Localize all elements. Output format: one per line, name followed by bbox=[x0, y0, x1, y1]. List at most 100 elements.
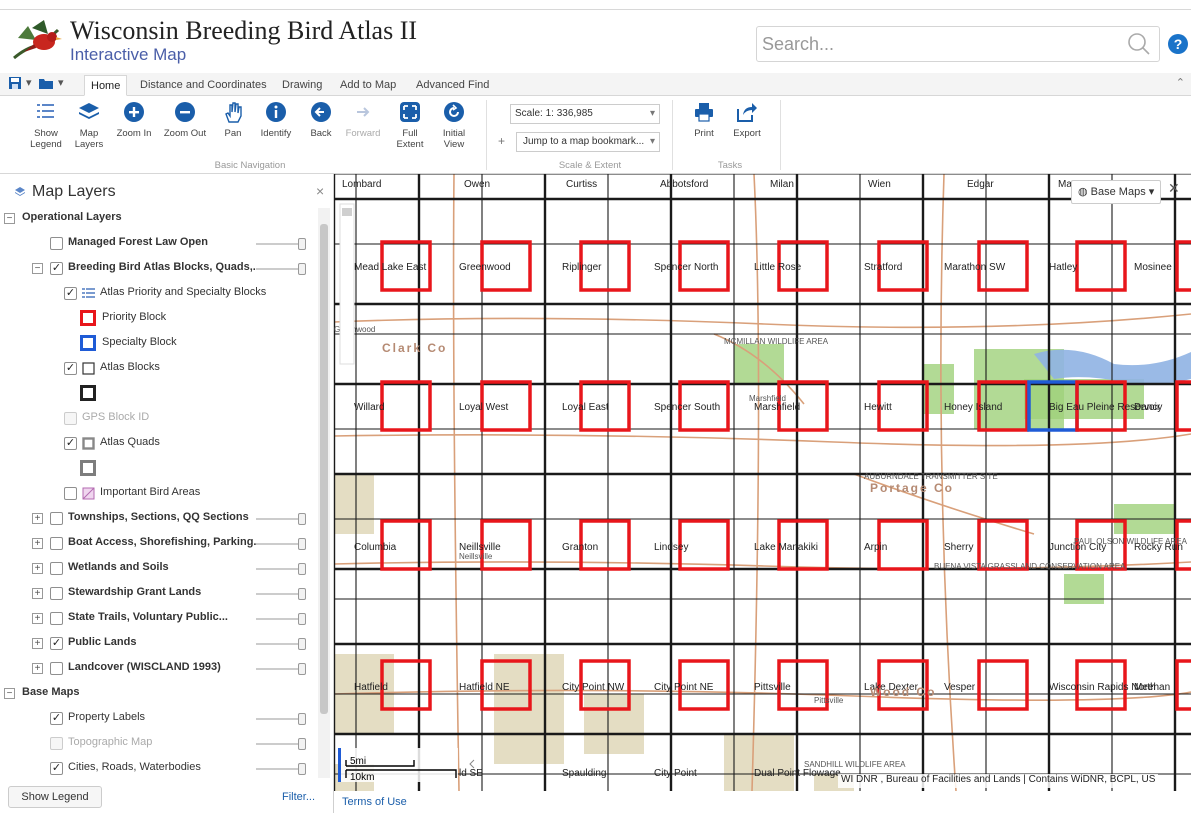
layer-row[interactable]: Specialty Block bbox=[0, 333, 318, 355]
layer-checkbox[interactable] bbox=[50, 537, 63, 550]
help-icon[interactable]: ? bbox=[1168, 34, 1188, 54]
tab-home[interactable]: Home bbox=[84, 75, 128, 96]
slider-knob[interactable] bbox=[298, 613, 306, 625]
forward-button[interactable]: Forward bbox=[342, 100, 384, 139]
tools-wrench-icon[interactable]: ✕ bbox=[1168, 180, 1180, 197]
opacity-slider[interactable] bbox=[256, 713, 306, 725]
filter-link[interactable]: Filter... bbox=[282, 791, 315, 803]
layer-row[interactable]: + Boat Access, Shorefishing, Parking... bbox=[0, 533, 318, 555]
layer-expander-icon[interactable]: + bbox=[32, 613, 43, 624]
identify-button[interactable]: Identify bbox=[256, 100, 296, 139]
slider-knob[interactable] bbox=[298, 513, 306, 525]
layer-checkbox[interactable] bbox=[50, 587, 63, 600]
back-button[interactable]: Back bbox=[304, 100, 338, 139]
layer-row[interactable]: + ✓ Public Lands bbox=[0, 633, 318, 655]
save-menu-chevron-icon[interactable]: ▾ bbox=[26, 76, 32, 89]
layer-checkbox[interactable] bbox=[50, 662, 63, 675]
layer-expander-icon[interactable]: + bbox=[32, 588, 43, 599]
bookmark-select[interactable]: Jump to a map bookmark... ▾ bbox=[516, 132, 660, 152]
layer-expander-icon[interactable]: + bbox=[32, 538, 43, 549]
slider-knob[interactable] bbox=[298, 738, 306, 750]
sublayer-checkbox[interactable]: ✓ bbox=[64, 362, 77, 375]
layer-row[interactable]: Managed Forest Law Open bbox=[0, 233, 318, 255]
show-legend-button[interactable]: Show Legend bbox=[26, 100, 66, 150]
layer-row[interactable]: − ✓ Breeding Bird Atlas Blocks, Quads,... bbox=[0, 258, 318, 280]
layer-expander-icon[interactable]: + bbox=[32, 513, 43, 524]
layer-checkbox[interactable]: ✓ bbox=[50, 262, 63, 275]
layer-row[interactable]: ✓ Property Labels bbox=[0, 708, 318, 730]
slider-knob[interactable] bbox=[298, 588, 306, 600]
layer-row[interactable]: ✓ Atlas Priority and Specialty Blocks bbox=[0, 283, 318, 305]
slider-knob[interactable] bbox=[298, 663, 306, 675]
layer-row[interactable]: + Stewardship Grant Lands bbox=[0, 583, 318, 605]
slider-knob[interactable] bbox=[298, 563, 306, 575]
opacity-slider[interactable] bbox=[256, 763, 306, 775]
layer-row[interactable] bbox=[0, 383, 318, 405]
map-canvas[interactable]: Mead Lake East Greenwood Riplinger Spencer … bbox=[334, 174, 1191, 791]
save-icon[interactable] bbox=[8, 76, 22, 93]
tab-drawing[interactable]: Drawing bbox=[276, 75, 328, 96]
opacity-slider[interactable] bbox=[256, 663, 306, 675]
tab-advanced-find[interactable]: Advanced Find bbox=[410, 75, 495, 96]
layer-checkbox[interactable] bbox=[50, 512, 63, 525]
opacity-slider[interactable] bbox=[256, 238, 306, 250]
layer-row[interactable]: + Townships, Sections, QQ Sections bbox=[0, 508, 318, 530]
tab-add-to-map[interactable]: Add to Map bbox=[334, 75, 402, 96]
map-view[interactable]: Mead Lake East Greenwood Riplinger Spencer … bbox=[334, 174, 1191, 791]
zoom-out-button[interactable]: Zoom Out bbox=[160, 100, 210, 139]
layer-expander-icon[interactable]: + bbox=[32, 563, 43, 574]
layer-checkbox[interactable] bbox=[50, 562, 63, 575]
layer-row[interactable]: + State Trails, Voluntary Public... bbox=[0, 608, 318, 630]
group-expander-icon[interactable]: − bbox=[4, 213, 15, 224]
opacity-slider[interactable] bbox=[256, 563, 306, 575]
open-menu-chevron-icon[interactable]: ▾ bbox=[58, 76, 64, 89]
layer-row[interactable]: Priority Block bbox=[0, 308, 318, 330]
terms-of-use-link[interactable]: Terms of Use bbox=[342, 796, 407, 808]
base-maps-dropdown[interactable]: ◍ Base Maps ▾ bbox=[1071, 180, 1161, 204]
scrollbar-thumb[interactable] bbox=[320, 224, 328, 714]
layer-checkbox[interactable] bbox=[50, 737, 63, 750]
export-button[interactable]: Export bbox=[728, 100, 766, 139]
layer-row[interactable]: ✓ Cities, Roads, Waterbodies bbox=[0, 758, 318, 778]
layer-checkbox[interactable] bbox=[50, 612, 63, 625]
slider-knob[interactable] bbox=[298, 263, 306, 275]
zoom-in-button[interactable]: Zoom In bbox=[112, 100, 156, 139]
layer-expander-icon[interactable]: − bbox=[32, 263, 43, 274]
layer-row[interactable]: Topographic Map bbox=[0, 733, 318, 755]
close-icon[interactable]: × bbox=[316, 183, 324, 199]
layer-row[interactable]: + Landcover (WISCLAND 1993) bbox=[0, 658, 318, 680]
print-button[interactable]: Print bbox=[686, 100, 722, 139]
initial-view-button[interactable]: Initial View bbox=[436, 100, 472, 150]
opacity-slider[interactable] bbox=[256, 538, 306, 550]
open-folder-icon[interactable] bbox=[38, 76, 54, 93]
add-bookmark-icon[interactable]: + bbox=[498, 134, 505, 148]
full-extent-button[interactable]: Full Extent bbox=[392, 100, 428, 150]
tab-distance-coordinates[interactable]: Distance and Coordinates bbox=[134, 75, 273, 96]
layer-row[interactable]: − Base Maps bbox=[0, 683, 318, 705]
layer-expander-icon[interactable]: + bbox=[32, 638, 43, 649]
map-layers-button[interactable]: Map Layers bbox=[70, 100, 108, 150]
layer-row[interactable]: + Wetlands and Soils bbox=[0, 558, 318, 580]
layer-row[interactable]: GPS Block ID bbox=[0, 408, 318, 430]
search-input[interactable]: Search... bbox=[756, 26, 1160, 62]
layer-checkbox[interactable]: ✓ bbox=[50, 762, 63, 775]
slider-knob[interactable] bbox=[298, 638, 306, 650]
show-legend-panel-button[interactable]: Show Legend bbox=[8, 786, 102, 808]
layer-row[interactable]: ✓ Atlas Quads bbox=[0, 433, 318, 455]
layer-checkbox[interactable]: ✓ bbox=[50, 637, 63, 650]
sublayer-checkbox[interactable]: ✓ bbox=[64, 437, 77, 450]
slider-knob[interactable] bbox=[298, 713, 306, 725]
group-expander-icon[interactable]: − bbox=[4, 688, 15, 699]
sublayer-checkbox[interactable] bbox=[64, 412, 77, 425]
pan-button[interactable]: Pan bbox=[216, 100, 250, 139]
slider-knob[interactable] bbox=[298, 763, 306, 775]
layer-row[interactable]: Important Bird Areas bbox=[0, 483, 318, 505]
search-icon[interactable] bbox=[1127, 32, 1151, 56]
opacity-slider[interactable] bbox=[256, 513, 306, 525]
opacity-slider[interactable] bbox=[256, 588, 306, 600]
opacity-slider[interactable] bbox=[256, 613, 306, 625]
slider-knob[interactable] bbox=[298, 238, 306, 250]
layer-row[interactable] bbox=[0, 458, 318, 480]
collapse-ribbon-icon[interactable]: ⌃ bbox=[1176, 76, 1185, 89]
opacity-slider[interactable] bbox=[256, 263, 306, 275]
